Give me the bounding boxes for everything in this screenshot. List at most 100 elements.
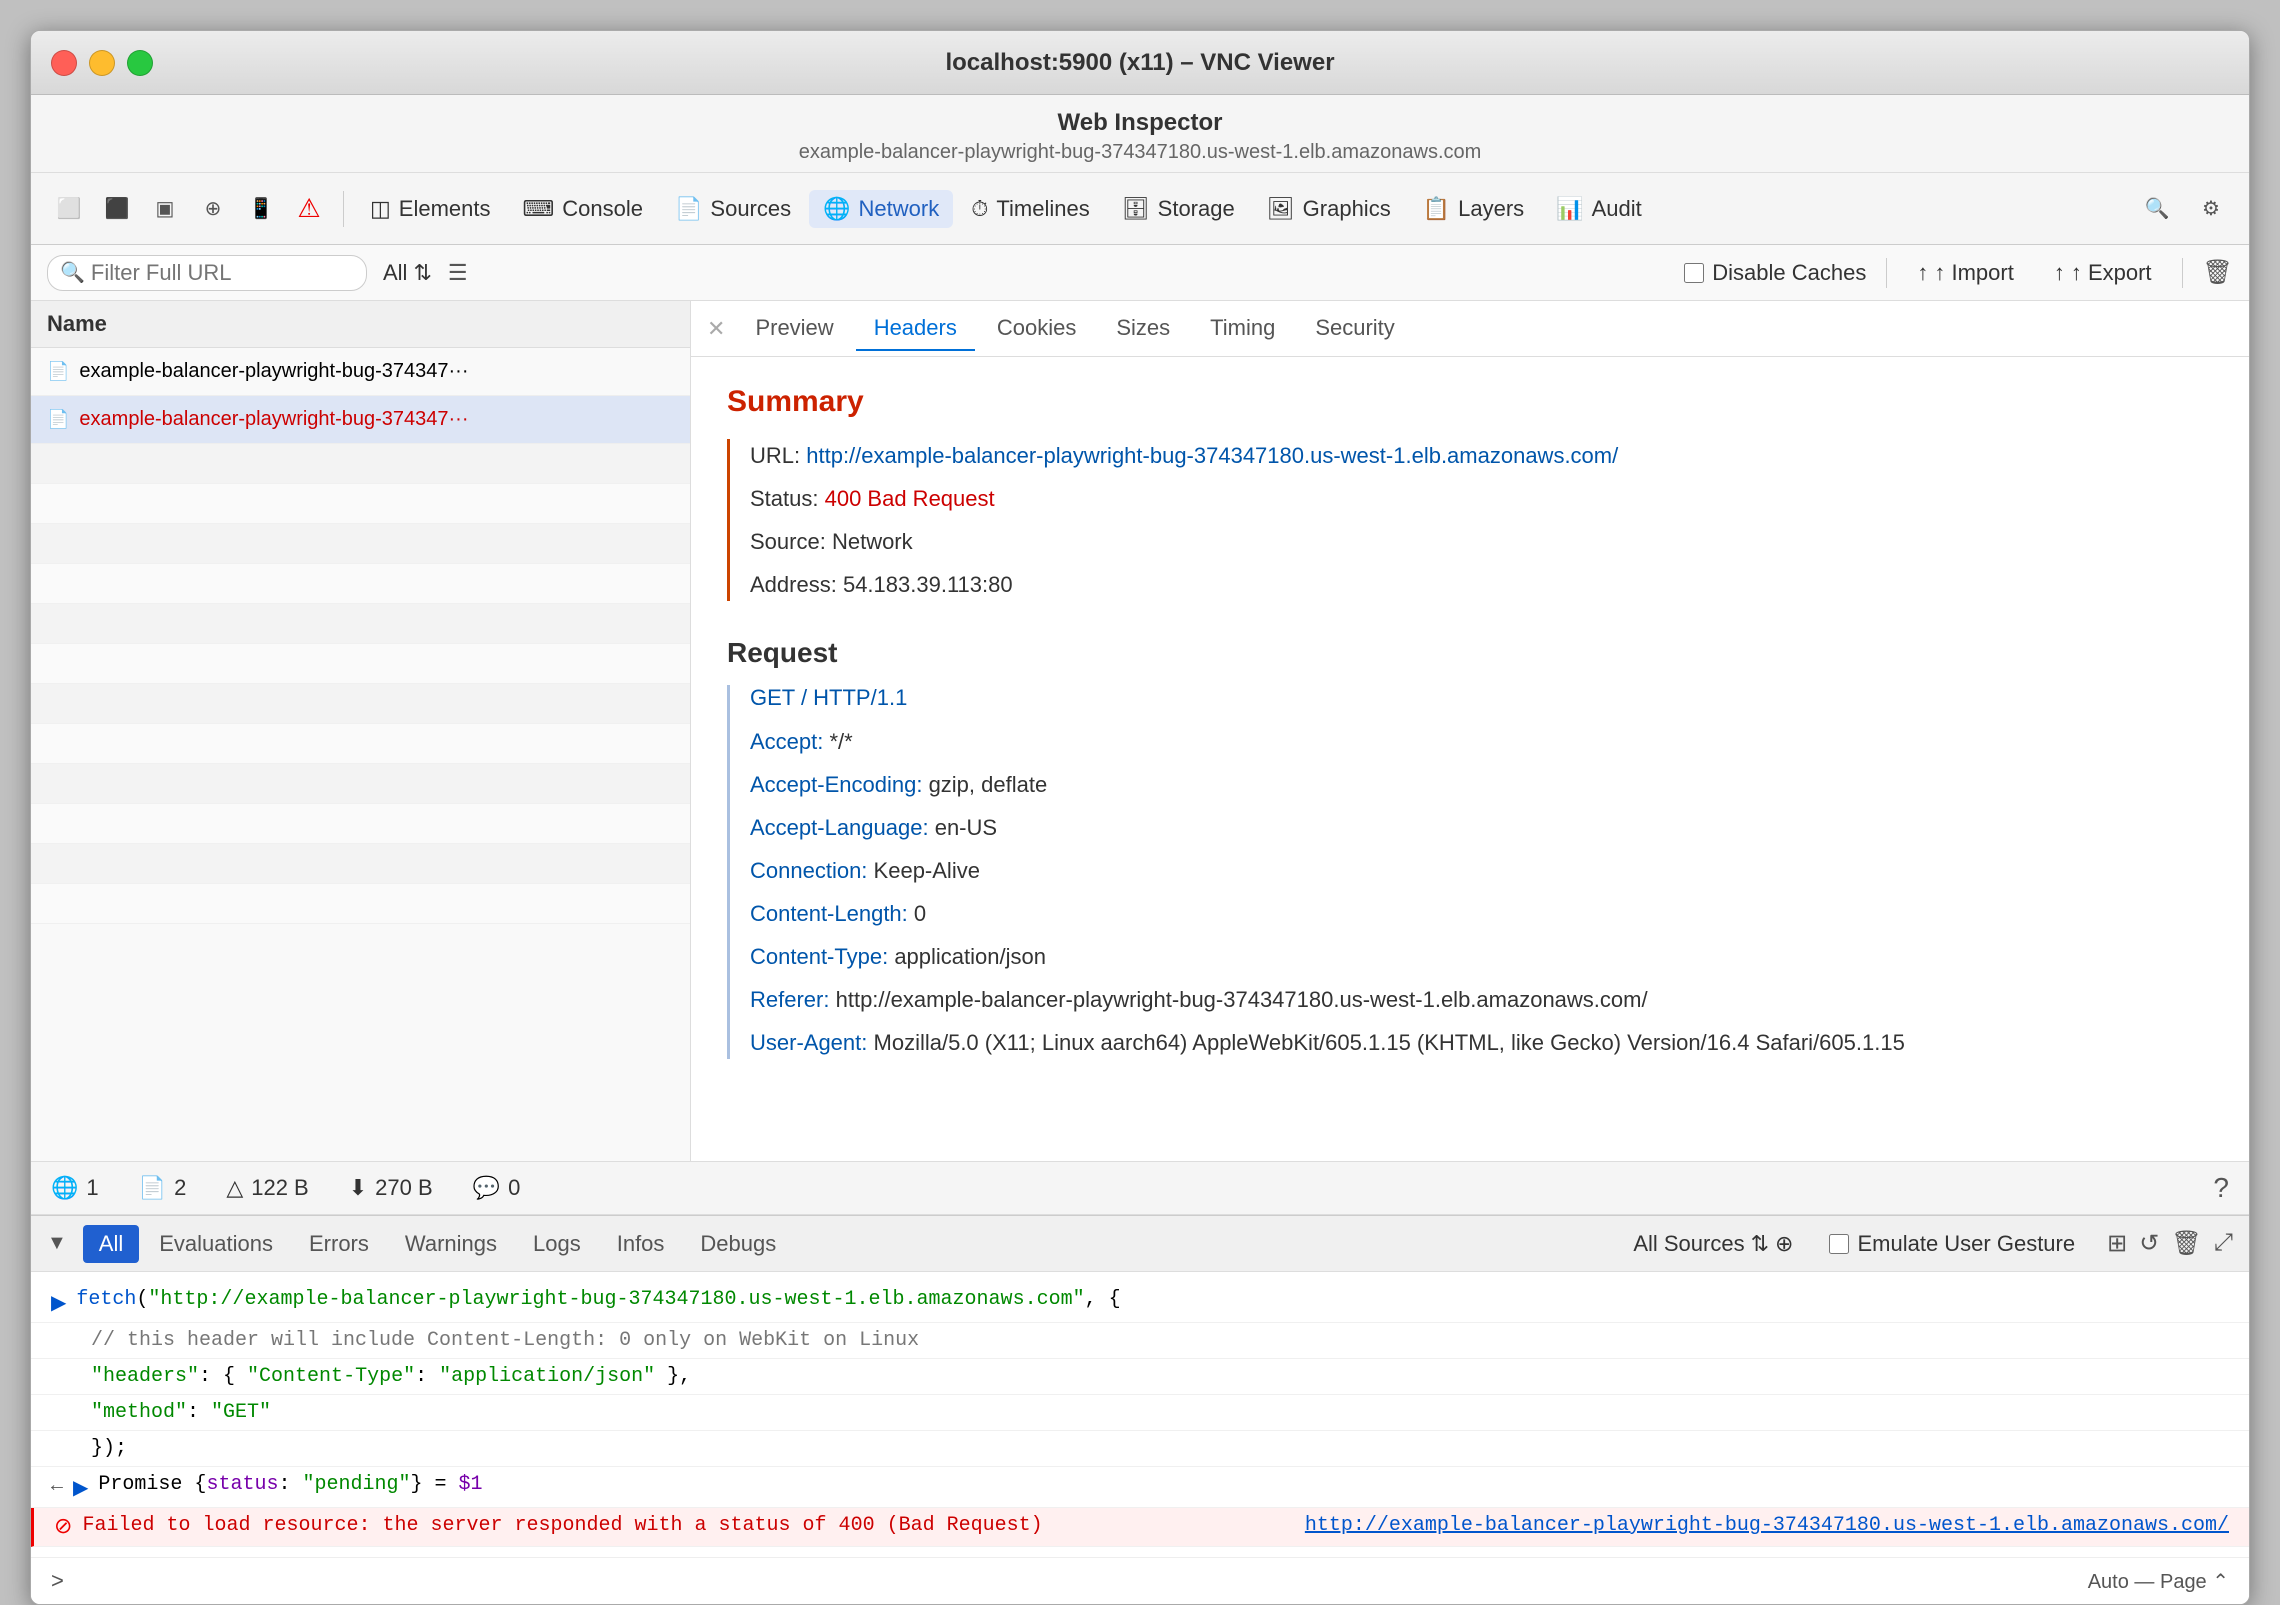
console-sources-dropdown[interactable]: All Sources ⇅ ⊕ [1633,1231,1793,1257]
console-promise-expand[interactable]: ▶ [73,1475,88,1501]
console-tab-errors[interactable]: Errors [293,1225,385,1263]
emulate-label[interactable]: Emulate User Gesture [1829,1231,2075,1257]
console-tab-all[interactable]: All [83,1225,139,1263]
tab-network[interactable]: 🌐 Network [809,190,953,228]
console-tab-evaluations[interactable]: Evaluations [143,1225,289,1263]
cache-count: 0 [508,1175,520,1201]
tab-graphics[interactable]: 🖼 Graphics [1253,190,1405,228]
req-referer: Referer: http://example-balancer-playwri… [750,983,2213,1016]
elements-label: Elements [399,196,491,222]
filter-input[interactable] [91,260,354,286]
graphics-icon: 🖼 [1267,196,1295,222]
tab-headers[interactable]: Headers [856,307,975,351]
fetch-keyword: fetch [76,1288,136,1311]
req-user-agent: User-Agent: Mozilla/5.0 (X11; Linux aarc… [750,1026,2213,1059]
clear-icon[interactable]: 🗑 [2203,258,2233,287]
export-button[interactable]: ↑ ↑ Export [2044,256,2162,290]
filter-options-icon[interactable]: ☰ [448,260,468,286]
console-comment: // this header will include Content-Leng… [91,1329,919,1352]
filter-input-wrap[interactable]: 🔍 [47,255,367,291]
console-right-icons: ⊞ ↺ 🗑 ⤢ [2107,1229,2233,1258]
file-icon-2: 📄 [47,409,69,430]
console-expand-arrow[interactable]: ▶ [51,1290,66,1316]
maximize-button[interactable] [127,50,153,76]
settings-icon[interactable]: ⚙ [2189,187,2233,231]
empty-row [31,804,690,844]
disable-caches-label[interactable]: Disable Caches [1684,260,1866,286]
filter-right-controls: Disable Caches ↑ ↑ Import ↑ ↑ Export 🗑 [1684,256,2233,290]
audit-label: Audit [1592,196,1642,222]
emulate-checkbox[interactable] [1829,1234,1849,1254]
console-icon-1[interactable]: ⊞ [2107,1229,2127,1258]
tab-security[interactable]: Security [1297,307,1412,351]
tab-timelines[interactable]: ⏱ Timelines [957,190,1104,228]
tab-storage[interactable]: 🗄 Storage [1108,190,1249,228]
inspector-title: Web Inspector [51,109,2229,137]
left-panel-header: Name [31,301,690,348]
console-tab-debugs[interactable]: Debugs [684,1225,792,1263]
console-icon-3[interactable]: 🗑 [2171,1229,2201,1258]
pick-element-icon[interactable]: ⊕ [191,187,235,231]
console-input[interactable] [74,1569,2078,1594]
console-icon-2[interactable]: ↺ [2139,1229,2159,1258]
empty-row [31,564,690,604]
download-icon: ⬇ [349,1175,367,1201]
status-doc: 📄 2 [139,1175,187,1201]
search-icon[interactable]: 🔍 [2135,187,2179,231]
file-icon-1: 📄 [47,361,69,382]
import-button[interactable]: ↑ ↑ Import [1907,256,2023,290]
console-tab-infos[interactable]: Infos [601,1225,681,1263]
error-circle-icon: ⊘ [54,1514,72,1540]
list-item[interactable]: 📄 example-balancer-playwright-bug-374347… [31,396,690,444]
empty-row [31,524,690,564]
import-icon: ↑ [1917,260,1928,286]
request-method: GET / HTTP/1.1 [750,685,2213,711]
req-al-key: Accept-Language: [750,815,929,840]
device-icon[interactable]: 📱 [239,187,283,231]
console-tab-logs[interactable]: Logs [517,1225,597,1263]
layout-icon-3[interactable]: ▣ [143,187,187,231]
tab-sizes[interactable]: Sizes [1098,307,1188,351]
tab-audit[interactable]: 📊 Audit [1542,190,1656,228]
layout-icon-1[interactable]: ⬜ [47,187,91,231]
source-key: Source: [750,529,826,554]
req-conn-val: Keep-Alive [874,858,980,883]
minimize-button[interactable] [89,50,115,76]
console-method-code: "method": "GET" [91,1401,271,1424]
console-icon-4[interactable]: ⤢ [2214,1229,2233,1258]
req-cl-key: Content-Length: [750,901,908,926]
list-item[interactable]: 📄 example-balancer-playwright-bug-374347… [31,348,690,396]
tab-cookies[interactable]: Cookies [979,307,1094,351]
console-promise-line: ← ▶ Promise {status: "pending"} = $1 [31,1467,2249,1508]
main-window: localhost:5900 (x11) – VNC Viewer Web In… [30,30,2250,1605]
tab-timing[interactable]: Timing [1192,307,1293,351]
layers-icon: 📋 [1423,196,1450,222]
layout-icon-2[interactable]: ⬛ [95,187,139,231]
tab-elements[interactable]: ◫ Elements [356,190,505,228]
filter-all-dropdown[interactable]: All ⇅ [383,260,432,286]
console-toggle-icon[interactable]: ▼ [47,1232,67,1255]
console-input-row: > Auto — Page ⌃ [31,1557,2249,1604]
status-globe: 🌐 1 [51,1175,99,1201]
req-accept-language: Accept-Language: en-US [750,811,2213,844]
console-headers-line: "headers": { "Content-Type": "applicatio… [31,1359,2249,1395]
upload-icon: △ [226,1175,243,1201]
tab-layers[interactable]: 📋 Layers [1409,190,1538,228]
error-link[interactable]: http://example-balancer-playwright-bug-3… [1305,1514,2229,1537]
help-icon[interactable]: ? [2213,1172,2229,1204]
graphics-label: Graphics [1303,196,1391,222]
req-accept-encoding: Accept-Encoding: gzip, deflate [750,768,2213,801]
request-block: GET / HTTP/1.1 Accept: */* Accept-Encodi… [727,685,2213,1059]
tab-console[interactable]: ⌨ Console [509,190,657,228]
inspector-header: Web Inspector example-balancer-playwrigh… [31,95,2249,173]
empty-row [31,604,690,644]
tab-preview[interactable]: Preview [737,307,851,351]
tab-close-icon[interactable]: ✕ [707,316,725,342]
tab-sources[interactable]: 📄 Sources [661,190,805,228]
console-tab-warnings[interactable]: Warnings [389,1225,513,1263]
close-button[interactable] [51,50,77,76]
console-tabs: All Evaluations Errors Warnings Logs Inf… [83,1225,792,1263]
empty-row [31,484,690,524]
upload-size: 122 B [251,1175,309,1201]
disable-caches-checkbox[interactable] [1684,263,1704,283]
